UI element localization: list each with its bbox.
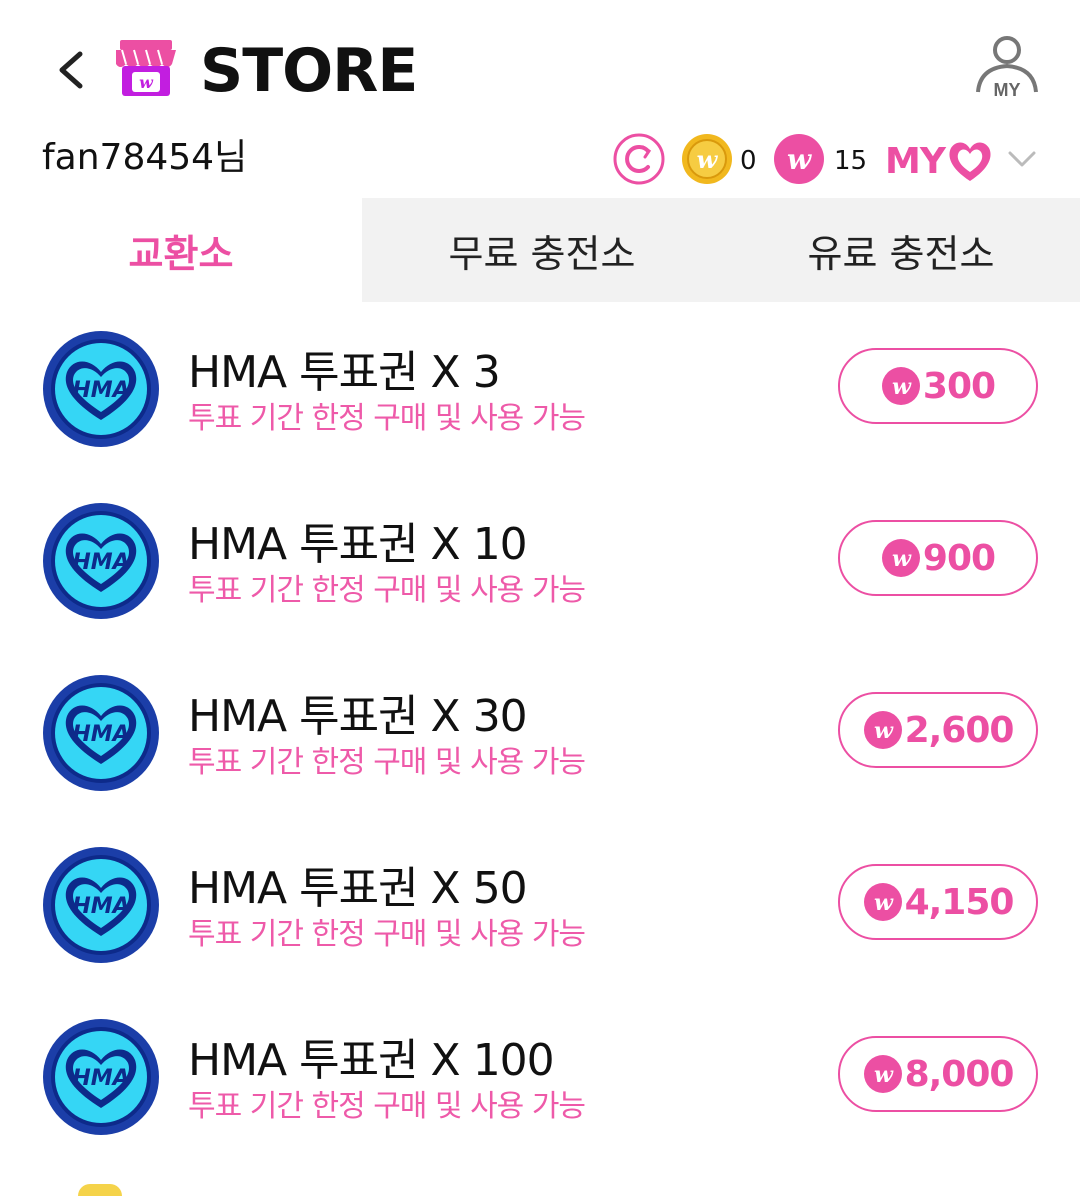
user-currency-row: fan78454님 w 0 w 15 MY [0,130,1080,196]
back-chevron-icon[interactable] [52,48,92,92]
svg-text:w: w [892,546,912,572]
list-item: HMA HMA 투표권 X 10 투표 기간 한정 구매 및 사용 가능 w 900 [0,474,1080,646]
price-button[interactable]: w 2,600 [838,692,1038,768]
list-item: HMA HMA 투표권 X 30 투표 기간 한정 구매 및 사용 가능 w 2,600 [0,646,1080,818]
tab-exchange[interactable]: 교환소 [0,198,362,302]
pink-w-coin-icon: w [863,883,902,921]
item-name: HMA 투표권 X 100 [188,1035,555,1086]
item-name: HMA 투표권 X 30 [188,691,528,742]
my-heart-label: MY [885,140,946,182]
price-value: 2,600 [904,709,1015,751]
item-subtitle: 투표 기간 한정 구매 및 사용 가능 [188,401,586,436]
pink-w-coin-icon: w [863,711,902,749]
gold-coin-count: 0 [740,146,757,176]
price-button[interactable]: w 300 [838,348,1038,424]
my-heart-button[interactable]: MY [885,136,995,186]
price-value: 300 [922,365,996,407]
price-value: 4,150 [904,881,1015,923]
tab-free-charge[interactable]: 무료 충전소 [362,198,722,302]
svg-text:w: w [892,374,912,400]
svg-text:w: w [139,73,154,92]
list-item: HMA HMA 투표권 X 3 투표 기간 한정 구매 및 사용 가능 w 300 [0,302,1080,474]
item-subtitle: 투표 기간 한정 구매 및 사용 가능 [188,1089,586,1124]
page-title: STORE [200,36,418,106]
price-button[interactable]: w 8,000 [838,1036,1038,1112]
hma-heart-ticket-icon: HMA [43,331,159,447]
svg-text:w: w [874,890,894,916]
heart-icon [949,142,991,181]
item-name: HMA 투표권 X 10 [188,519,528,570]
svg-text:w: w [787,143,812,176]
item-subtitle: 투표 기간 한정 구매 및 사용 가능 [188,573,586,608]
hma-icon-text: HMA [72,550,129,575]
list-item: HMA HMA 투표권 X 50 투표 기간 한정 구매 및 사용 가능 w 4,150 [0,818,1080,990]
price-value: 900 [922,537,996,579]
price-button[interactable]: w 900 [838,520,1038,596]
price-value: 8,000 [904,1053,1015,1095]
my-button-label: MY [994,80,1021,100]
username: fan78454님 [42,137,248,178]
item-subtitle: 투표 기간 한정 구매 및 사용 가능 [188,745,586,780]
tab-label: 교환소 [128,231,234,276]
store-awning-icon: w [116,40,176,96]
my-profile-button[interactable]: MY [972,34,1042,100]
hma-heart-ticket-icon: HMA [43,1019,159,1135]
svg-text:w: w [697,145,719,174]
svg-text:w: w [874,1062,894,1088]
w-coin-count: 15 [834,146,868,176]
item-subtitle: 투표 기간 한정 구매 및 사용 가능 [188,917,586,952]
price-button[interactable]: w 4,150 [838,864,1038,940]
tab-label: 유료 충전소 [807,231,995,276]
hma-icon-text: HMA [72,1066,129,1091]
pink-w-coin-icon: w [881,539,920,577]
gold-w-coin-icon: w [682,134,732,184]
refresh-c-icon[interactable] [612,132,666,186]
next-item-icon-peek [78,1184,122,1196]
hma-icon-text: HMA [72,894,129,919]
tab-label: 무료 충전소 [448,231,636,276]
pink-w-coin-icon: w [881,367,920,405]
hma-icon-text: HMA [72,722,129,747]
hma-heart-ticket-icon: HMA [43,503,159,619]
svg-text:w: w [874,718,894,744]
hma-heart-ticket-icon: HMA [43,675,159,791]
list-item: HMA HMA 투표권 X 100 투표 기간 한정 구매 및 사용 가능 w 8,00… [0,990,1080,1162]
item-name: HMA 투표권 X 3 [188,347,501,398]
store-tabs: 교환소 무료 충전소 유료 충전소 [0,198,1080,302]
pink-w-coin-icon: w [863,1055,902,1093]
hma-icon-text: HMA [72,378,129,403]
item-name: HMA 투표권 X 50 [188,863,528,914]
app-header: w STORE MY [0,0,1080,130]
chevron-down-icon[interactable] [1004,144,1040,174]
tab-paid-charge[interactable]: 유료 충전소 [722,198,1080,302]
hma-heart-ticket-icon: HMA [43,847,159,963]
pink-w-coin-icon: w [774,134,824,184]
